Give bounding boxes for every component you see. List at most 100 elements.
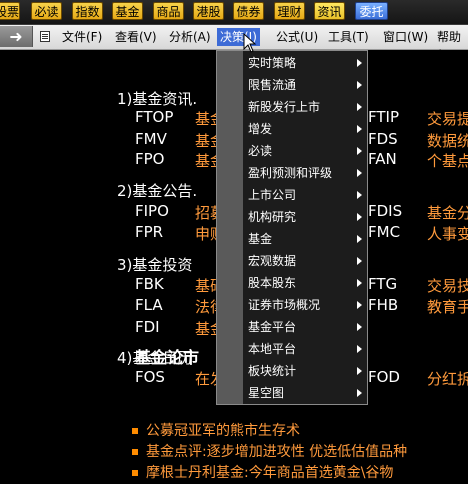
submenu-arrow-icon <box>357 125 362 133</box>
news-item-text: 公募冠亚军的熊市生存术 <box>146 423 300 439</box>
news-title: 基金论市 <box>135 348 200 367</box>
dropdown-item-label: 股本股东 <box>248 276 297 290</box>
code-link[interactable]: FOS <box>135 368 165 386</box>
menu-tools[interactable]: 工具(T) <box>325 28 372 46</box>
submenu-arrow-icon <box>357 59 362 67</box>
desc-link[interactable]: 基金分 <box>427 202 468 223</box>
code-link[interactable]: FOD <box>368 368 400 386</box>
desc-link[interactable]: 教育手 <box>427 296 468 317</box>
menu-help[interactable]: 帮助( <box>434 28 468 62</box>
mouse-cursor-icon <box>243 33 257 53</box>
dropdown-item-fund-platform[interactable]: 基金平台 <box>248 316 362 338</box>
desc-link[interactable]: 分红拆 <box>427 368 468 389</box>
news-item[interactable]: 公募冠亚军的熊市生存术 <box>132 420 300 440</box>
dropdown-item-sector-stats[interactable]: 板块统计 <box>248 360 362 382</box>
code-link[interactable]: FTIP <box>368 108 399 126</box>
dropdown-item-label: 新股发行上市 <box>248 100 321 114</box>
dropdown-item-realtime-strategy[interactable]: 实时策略 <box>248 52 362 74</box>
tab-bonds[interactable]: 债券 <box>233 2 264 20</box>
submenu-arrow-icon <box>357 367 362 375</box>
desc-link[interactable]: 交易提 <box>427 108 468 129</box>
submenu-arrow-icon <box>357 191 362 199</box>
section-title: 2)基金公告. <box>117 182 198 200</box>
menu-window[interactable]: 窗口(W) <box>380 28 431 46</box>
submenu-arrow-icon <box>357 301 362 309</box>
dropdown-item-restricted-circulation[interactable]: 限售流通 <box>248 74 362 96</box>
dropdown-item-macro-data[interactable]: 宏观数据 <box>248 250 362 272</box>
section-title: 1)基金资讯. <box>117 90 198 108</box>
desc-link[interactable]: 数据统 <box>427 130 468 151</box>
submenu-arrow-icon <box>357 147 362 155</box>
code-link[interactable]: FHB <box>368 296 398 314</box>
code-link[interactable]: FDS <box>368 130 398 148</box>
code-link[interactable]: FMV <box>135 130 167 148</box>
dropdown-item-local-platform[interactable]: 本地平台 <box>248 338 362 360</box>
dropdown-item-label: 机构研究 <box>248 210 297 224</box>
tab-info[interactable]: 资讯 <box>314 2 345 20</box>
dropdown-item-label: 本地平台 <box>248 342 297 356</box>
code-link[interactable]: FDI <box>135 318 160 336</box>
dropdown-item-label: 实时策略 <box>248 56 297 70</box>
tab-wealth[interactable]: 理财 <box>274 2 305 20</box>
code-link[interactable]: FDIS <box>368 202 402 220</box>
code-link[interactable]: FLA <box>135 296 163 314</box>
dropdown-item-market-overview[interactable]: 证券市场概况 <box>248 294 362 316</box>
dropdown-item-label: 盈利预测和评级 <box>248 166 333 180</box>
bullet-icon <box>132 470 138 476</box>
dropdown-item-star-map[interactable]: 星空图 <box>248 382 362 404</box>
code-link[interactable]: FMC <box>368 223 400 241</box>
decision-dropdown-menu: 实时策略 限售流通 新股发行上市 增发 必读 盈利预测和评级 上市公司 机构研究… <box>216 50 368 405</box>
dropdown-item-forecast-rating[interactable]: 盈利预测和评级 <box>248 162 362 184</box>
dropdown-item-shareholders[interactable]: 股本股东 <box>248 272 362 294</box>
menu-icon-strip <box>217 51 243 404</box>
dropdown-item-additional-issue[interactable]: 增发 <box>248 118 362 140</box>
submenu-arrow-icon <box>357 235 362 243</box>
dropdown-item-label: 限售流通 <box>248 78 297 92</box>
code-link[interactable]: FIPO <box>135 202 169 220</box>
menu-file[interactable]: 文件(F) <box>59 28 105 46</box>
dropdown-item-label: 宏观数据 <box>248 254 297 268</box>
submenu-arrow-icon <box>357 279 362 287</box>
news-item[interactable]: 基金点评:逐步增加进攻性 优选低估值品种 <box>132 441 407 461</box>
menu-analysis[interactable]: 分析(A) <box>166 28 214 46</box>
tab-funds[interactable]: 基金 <box>112 2 143 20</box>
dropdown-item-label: 增发 <box>248 122 273 136</box>
dropdown-item-ipo[interactable]: 新股发行上市 <box>248 96 362 118</box>
top-tab-bar: 股票 必读 指数 基金 商品 港股 债券 理财 资讯 委托 <box>0 0 468 25</box>
dropdown-item-listed-company[interactable]: 上市公司 <box>248 184 362 206</box>
submenu-arrow-icon <box>357 81 362 89</box>
bullet-icon <box>132 449 138 455</box>
back-arrow-icon[interactable]: ➜ <box>0 26 33 47</box>
submenu-arrow-icon <box>357 389 362 397</box>
submenu-arrow-icon <box>357 103 362 111</box>
dropdown-item-funds[interactable]: 基金 <box>248 228 362 250</box>
submenu-arrow-icon <box>357 323 362 331</box>
code-link[interactable]: FTOP <box>135 108 173 126</box>
menu-view[interactable]: 查看(V) <box>112 28 160 46</box>
submenu-arrow-icon <box>357 169 362 177</box>
tab-stocks[interactable]: 股票 <box>0 2 20 20</box>
menu-bar: ➜ 文件(F) 查看(V) 分析(A) 决策(J) 公式(U) 工具(T) 窗口… <box>0 25 468 62</box>
news-item[interactable]: 摩根士丹利基金:今年商品首选黄金\谷物 <box>132 462 393 482</box>
document-icon <box>40 31 50 42</box>
dropdown-item-must-read[interactable]: 必读 <box>248 140 362 162</box>
tab-must-read[interactable]: 必读 <box>31 2 62 20</box>
menu-formula[interactable]: 公式(U) <box>273 28 321 46</box>
dropdown-item-institutional-research[interactable]: 机构研究 <box>248 206 362 228</box>
code-link[interactable]: FPR <box>135 223 163 241</box>
tab-hk-stocks[interactable]: 港股 <box>193 2 224 20</box>
dropdown-item-label: 必读 <box>248 144 273 158</box>
tab-trade[interactable]: 委托 <box>355 2 388 20</box>
desc-link[interactable]: 个基点 <box>427 150 468 171</box>
code-link[interactable]: FPO <box>135 150 164 168</box>
code-link[interactable]: FAN <box>368 150 397 168</box>
desc-link[interactable]: 交易技 <box>427 275 468 296</box>
submenu-arrow-icon <box>357 213 362 221</box>
code-link[interactable]: FBK <box>135 275 164 293</box>
code-link[interactable]: FTG <box>368 275 397 293</box>
desc-link[interactable]: 人事变 <box>427 223 468 244</box>
dropdown-item-label: 上市公司 <box>248 188 297 202</box>
tab-index[interactable]: 指数 <box>72 2 103 20</box>
tab-commodities[interactable]: 商品 <box>153 2 184 20</box>
dropdown-item-label: 证券市场概况 <box>248 298 321 312</box>
